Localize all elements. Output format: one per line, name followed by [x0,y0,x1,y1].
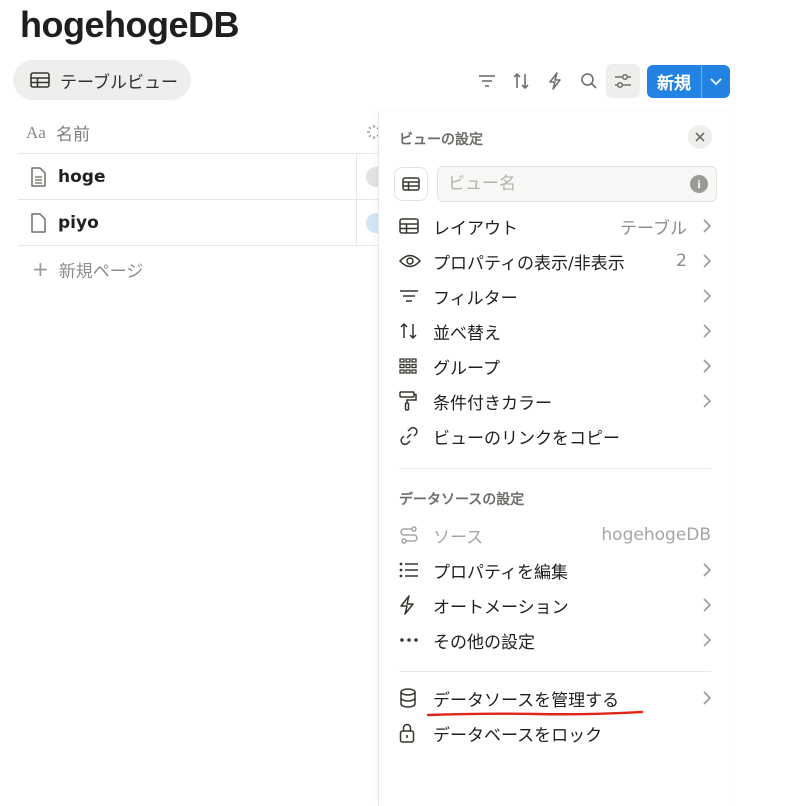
chevron-right-icon [697,633,711,647]
new-button[interactable]: 新規 [647,65,730,98]
menu-item-label: プロパティの表示/非表示 [433,253,625,274]
search-icon[interactable] [574,66,604,96]
table-icon [30,72,50,88]
name-column-header[interactable]: 名前 [56,120,90,145]
menu-item-conditional-color[interactable]: 条件付きカラー [399,385,711,417]
chevron-right-icon [697,359,711,373]
list-icon [399,562,433,578]
text-property-icon: Aa [26,122,46,142]
table-row[interactable]: hoge [18,154,378,200]
menu-item-label: オートメーション [433,597,569,618]
annotation-underline [426,710,644,717]
info-icon[interactable]: i [690,175,708,193]
plus-icon: + [32,257,49,281]
sort-icon [399,322,433,340]
automation-icon [399,595,433,615]
more-icon [399,637,433,643]
datasource-section-title: データソースの設定 [399,492,525,508]
chevron-right-icon [697,563,711,577]
view-icon-picker[interactable] [394,167,428,201]
chevron-right-icon [697,324,711,338]
link-icon [399,426,433,446]
menu-item-label: プロパティを編集 [433,562,568,583]
table-header: Aa 名前 [18,112,381,154]
new-page-label: 新規ページ [58,261,144,282]
menu-item-label: ビューのリンクをコピー [433,428,620,449]
menu-item-label: レイアウト [433,218,518,239]
menu-item-copy-link[interactable]: ビューのリンクをコピー [399,420,711,452]
automation-icon[interactable] [540,66,570,96]
chevron-right-icon [697,219,711,233]
database-table: Aa 名前 hoge piyo + 新規ページ [18,112,381,292]
menu-item-label: データソースを管理する [433,690,620,711]
column-divider [356,154,357,246]
menu-item-label: グループ [433,358,500,379]
menu-item-label: フィルター [433,288,518,309]
menu-item-automation[interactable]: オートメーション [399,589,711,621]
lock-icon [399,723,433,743]
view-name-input[interactable] [437,166,717,202]
divider [399,671,711,672]
new-button-label: 新規 [657,74,691,94]
database-icon [399,688,433,708]
view-settings-panel: ビューの設定 i レイアウト テーブル プロパティの表示/非表示 2 フィルター… [378,112,730,806]
view-tab-label: テーブルビュー [60,72,178,93]
menu-item-label: 並べ替え [433,323,501,344]
menu-item-value: hogehogeDB [601,525,711,545]
row-title[interactable]: hoge [58,167,105,187]
menu-item-sort[interactable]: 並べ替え [399,315,711,347]
menu-item-label: 条件付きカラー [433,393,552,414]
sort-icon[interactable] [506,66,536,96]
menu-item-filter[interactable]: フィルター [399,280,711,312]
menu-item-label: その他の設定 [433,632,535,653]
menu-item-group[interactable]: グループ [399,350,711,382]
database-title[interactable]: hogehogeDB [20,4,239,46]
filter-icon[interactable] [472,66,502,96]
chevron-down-icon[interactable] [702,77,730,86]
menu-item-source: ソース hogehogeDB [399,519,711,551]
view-tab-table[interactable]: テーブルビュー [13,60,191,100]
chevron-right-icon [697,289,711,303]
menu-item-value: 2 [676,251,687,271]
source-icon [399,526,433,544]
menu-item-value: テーブル [620,218,687,239]
menu-item-property-visibility[interactable]: プロパティの表示/非表示 2 [399,245,711,277]
menu-item-more-settings[interactable]: その他の設定 [399,624,711,656]
divider [399,468,711,469]
chevron-right-icon [697,598,711,612]
chevron-right-icon [697,394,711,408]
menu-item-layout[interactable]: レイアウト テーブル [399,210,711,242]
panel-title: ビューの設定 [399,132,483,148]
page-icon [18,166,58,187]
page-icon [18,212,58,233]
chevron-right-icon [697,691,711,705]
new-page-button[interactable]: + 新規ページ [18,246,378,292]
settings-icon[interactable] [606,64,640,98]
table-icon [402,177,420,191]
row-title[interactable]: piyo [58,213,99,233]
eye-icon [399,254,433,268]
table-row[interactable]: piyo [18,200,378,246]
table-icon [399,218,433,234]
chevron-right-icon [697,254,711,268]
filter-icon [399,289,433,303]
menu-item-lock-database[interactable]: データベースをロック [399,717,711,749]
menu-item-label: ソース [433,527,484,548]
paint-roller-icon [399,391,433,411]
close-icon[interactable] [688,125,712,149]
menu-item-label: データベースをロック [433,725,603,746]
menu-item-edit-properties[interactable]: プロパティを編集 [399,554,711,586]
group-icon [399,358,433,374]
